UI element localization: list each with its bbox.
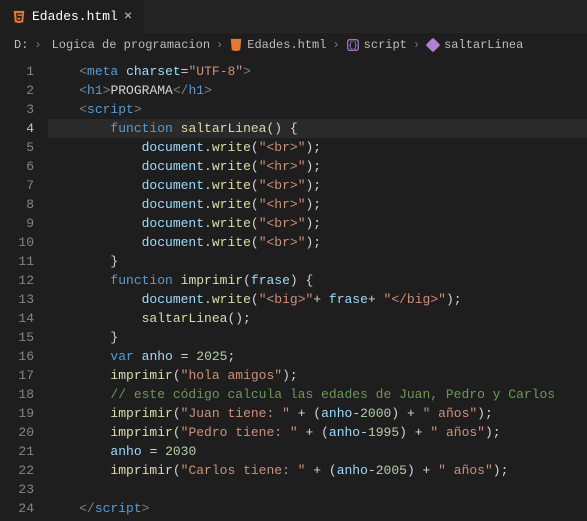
line-number: 7 (0, 176, 34, 195)
line-number: 12 (0, 271, 34, 290)
breadcrumb-drive[interactable]: D: (14, 38, 28, 52)
line-number: 9 (0, 214, 34, 233)
line-number: 6 (0, 157, 34, 176)
html-file-icon (229, 38, 243, 52)
line-number: 15 (0, 328, 34, 347)
line-number: 22 (0, 461, 34, 480)
line-number: 1 (0, 62, 34, 81)
code-line: document.write("<br>"); (48, 138, 587, 157)
tab-edades[interactable]: Edades.html × (0, 0, 145, 33)
line-number: 13 (0, 290, 34, 309)
chevron-right-icon: › (332, 38, 339, 52)
code-line: imprimir("hola amigos"); (48, 366, 587, 385)
chevron-right-icon: › (413, 38, 420, 52)
code-line-current: function saltarLinea() { (48, 119, 587, 138)
line-number: 20 (0, 423, 34, 442)
code-line: document.write("<big>"+ frase+ "</big>")… (48, 290, 587, 309)
close-icon[interactable]: × (124, 10, 132, 24)
code-line: imprimir("Carlos tiene: " + (anho-2005) … (48, 461, 587, 480)
breadcrumb-folder[interactable]: Logica de programacion (48, 38, 210, 52)
code-line: <script> (48, 100, 587, 119)
code-area[interactable]: <meta charset="UTF-8"> <h1>PROGRAMA</h1>… (48, 62, 587, 518)
line-number: 19 (0, 404, 34, 423)
line-number: 21 (0, 442, 34, 461)
line-number: 17 (0, 366, 34, 385)
line-number: 16 (0, 347, 34, 366)
chevron-right-icon: › (216, 38, 223, 52)
line-number-gutter: 123456789101112131415161718192021222324 (0, 62, 48, 518)
line-number: 5 (0, 138, 34, 157)
code-line: document.write("<br>"); (48, 176, 587, 195)
code-line: anho = 2030 (48, 442, 587, 461)
code-line (48, 480, 587, 499)
code-line: var anho = 2025; (48, 347, 587, 366)
chevron-right-icon: › (34, 38, 41, 52)
code-line: imprimir("Juan tiene: " + (anho-2000) + … (48, 404, 587, 423)
code-line: saltarLinea(); (48, 309, 587, 328)
code-line: } (48, 328, 587, 347)
line-number: 8 (0, 195, 34, 214)
line-number: 11 (0, 252, 34, 271)
line-number: 4 (0, 119, 34, 138)
code-line: } (48, 252, 587, 271)
breadcrumb-function[interactable]: saltarLinea (426, 38, 523, 52)
svg-text:{}: {} (348, 42, 357, 51)
code-line: document.write("<hr>"); (48, 157, 587, 176)
code-line: <h1>PROGRAMA</h1> (48, 81, 587, 100)
line-number: 3 (0, 100, 34, 119)
function-icon (426, 38, 440, 52)
breadcrumb-file[interactable]: Edades.html (229, 38, 326, 52)
code-line: document.write("<hr>"); (48, 195, 587, 214)
breadcrumb: D: › Logica de programacion › Edades.htm… (0, 34, 587, 60)
line-number: 23 (0, 480, 34, 499)
line-number: 14 (0, 309, 34, 328)
breadcrumb-script[interactable]: {} script (346, 38, 407, 52)
tab-filename: Edades.html (32, 9, 118, 24)
line-number: 18 (0, 385, 34, 404)
line-number: 10 (0, 233, 34, 252)
code-line: <meta charset="UTF-8"> (48, 62, 587, 81)
html-file-icon (12, 9, 26, 24)
tab-bar: Edades.html × (0, 0, 587, 34)
script-icon: {} (346, 38, 360, 52)
code-line: // este código calcula las edades de Jua… (48, 385, 587, 404)
line-number: 24 (0, 499, 34, 518)
code-editor[interactable]: 123456789101112131415161718192021222324 … (0, 60, 587, 518)
line-number: 2 (0, 81, 34, 100)
code-line: imprimir("Pedro tiene: " + (anho-1995) +… (48, 423, 587, 442)
code-line: document.write("<br>"); (48, 214, 587, 233)
code-line: </script> (48, 499, 587, 518)
code-line: function imprimir(frase) { (48, 271, 587, 290)
code-line: document.write("<br>"); (48, 233, 587, 252)
